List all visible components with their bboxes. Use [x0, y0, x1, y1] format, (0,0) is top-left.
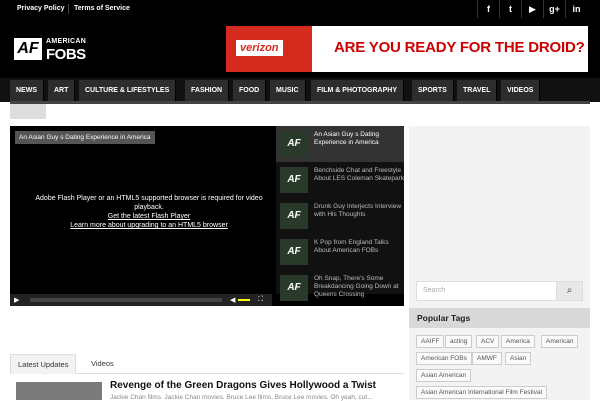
tab-videos[interactable]: Videos — [84, 354, 121, 374]
flash-message-text: Adobe Flash Player or an HTML5 supported… — [35, 195, 263, 211]
volume-icon[interactable]: ◀ — [230, 296, 235, 304]
playlist-item[interactable]: AF Drunk Guy Interjects Interview with H… — [276, 198, 404, 234]
tag-link[interactable]: AAIFF — [416, 335, 445, 348]
tag-link[interactable]: American — [541, 335, 579, 348]
playlist-thumbnail: AF — [280, 239, 308, 265]
playlist-item-title: Benchside Chat and Freestyle About LES C… — [314, 167, 404, 182]
playlist-item-title: Drunk Guy Interjects Interview with His … — [314, 203, 402, 218]
top-bar: Privacy Policy Terms of Service f t ▶ g+… — [0, 0, 600, 18]
playlist-thumbnail: AF — [280, 131, 308, 157]
tab-latest-updates[interactable]: Latest Updates — [10, 354, 77, 374]
twitter-icon[interactable]: t — [499, 0, 521, 18]
linkedin-icon[interactable]: in — [565, 0, 587, 18]
tag-link[interactable]: Asian American International Film Festiv… — [416, 386, 548, 399]
facebook-icon[interactable]: f — [477, 0, 499, 18]
divider — [68, 4, 69, 14]
search-icon[interactable]: ⌕ — [556, 281, 583, 301]
verizon-logo: verizon — [236, 40, 283, 56]
privacy-policy-link[interactable]: Privacy Policy — [17, 0, 64, 18]
playlist-item[interactable]: AF Benchside Chat and Freestyle About LE… — [276, 162, 404, 198]
verizon-ad-banner[interactable]: verizon ARE YOU READY FOR THE DROID? — [226, 26, 588, 72]
video-player[interactable]: An Asian Guy s Dating Experience in Amer… — [10, 126, 404, 306]
video-title: An Asian Guy s Dating Experience in Amer… — [15, 131, 155, 144]
nav-item-music[interactable]: MUSIC — [270, 80, 306, 101]
tag-link[interactable]: Asian — [505, 352, 532, 365]
article-title[interactable]: Revenge of the Green Dragons Gives Holly… — [110, 380, 376, 391]
playlist-thumbnail: AF — [280, 167, 308, 193]
playlist-item[interactable]: AF K Pop from England Talks About Americ… — [276, 234, 404, 270]
googleplus-icon[interactable]: g+ — [543, 0, 565, 18]
tag-link[interactable]: ACV — [476, 335, 500, 348]
nav-item-news[interactable]: NEWS — [10, 80, 44, 101]
video-playlist: AF An Asian Guy s Dating Experience in A… — [276, 126, 404, 301]
upgrade-html5-link[interactable]: Learn more about upgrading to an HTML5 b… — [20, 221, 278, 230]
volume-slider[interactable] — [238, 299, 250, 301]
playlist-thumbnail: AF — [280, 203, 308, 229]
tag-link[interactable]: acting — [445, 335, 473, 348]
play-icon[interactable]: ▶ — [14, 296, 19, 304]
logo-text-fobs[interactable]: FOBS — [46, 46, 86, 63]
tags-cloud: AAIFF acting ACV America American Americ… — [409, 328, 590, 400]
get-flash-link[interactable]: Get the latest Flash Player — [20, 212, 278, 221]
nav-active-indicator — [10, 104, 46, 119]
tag-link[interactable]: American FOBs — [416, 352, 472, 365]
nav-item-food[interactable]: FOOD — [233, 80, 267, 101]
fullscreen-icon[interactable]: ⛶ — [258, 296, 263, 304]
playlist-item-title: An Asian Guy s Dating Experience in Amer… — [314, 131, 380, 146]
nav-item-videos[interactable]: VIDEOS — [501, 80, 541, 101]
nav-item-sports[interactable]: SPORTS — [412, 80, 454, 101]
playlist-item-title: Oh Snap, There's Some Breakdancing Going… — [314, 275, 399, 298]
seek-bar[interactable] — [30, 298, 222, 302]
nav-item-film-photography[interactable]: FILM & PHOTOGRAPHY — [311, 80, 404, 101]
tag-link[interactable]: Asian American — [416, 369, 472, 382]
ad-headline: ARE YOU READY FOR THE DROID? — [334, 39, 585, 56]
youtube-icon[interactable]: ▶ — [521, 0, 543, 18]
nav-item-art[interactable]: ART — [48, 80, 76, 101]
playlist-item[interactable]: AF Oh Snap, There's Some Breakdancing Go… — [276, 270, 404, 306]
tag-link[interactable]: America — [501, 335, 535, 348]
nav-item-culture-lifestyles[interactable]: CULTURE & LIFESTYLES — [79, 80, 177, 101]
logo-icon[interactable]: AF — [14, 38, 42, 60]
playlist-thumbnail: AF — [280, 275, 308, 301]
playlist-item[interactable]: AF An Asian Guy s Dating Experience in A… — [276, 126, 404, 162]
search-input[interactable]: Search — [416, 281, 557, 301]
article-thumbnail[interactable] — [16, 382, 102, 400]
ad-brand-panel: verizon — [226, 26, 312, 72]
flash-message: Adobe Flash Player or an HTML5 supported… — [20, 194, 278, 230]
terms-of-service-link[interactable]: Terms of Service — [74, 0, 130, 18]
video-controls: ▶ ◀ ⛶ — [10, 294, 272, 306]
playlist-item-title: K Pop from England Talks About American … — [314, 239, 389, 254]
nav-underline — [10, 101, 590, 104]
tag-link[interactable]: AMWF — [472, 352, 502, 365]
popular-tags-heading: Popular Tags — [409, 308, 590, 328]
content-tabs: Latest Updates Videos — [10, 354, 404, 374]
logo-text-american[interactable]: AMERICAN — [46, 38, 86, 45]
nav-item-travel[interactable]: TRAVEL — [457, 80, 498, 101]
nav-item-fashion[interactable]: FASHION — [185, 80, 230, 101]
